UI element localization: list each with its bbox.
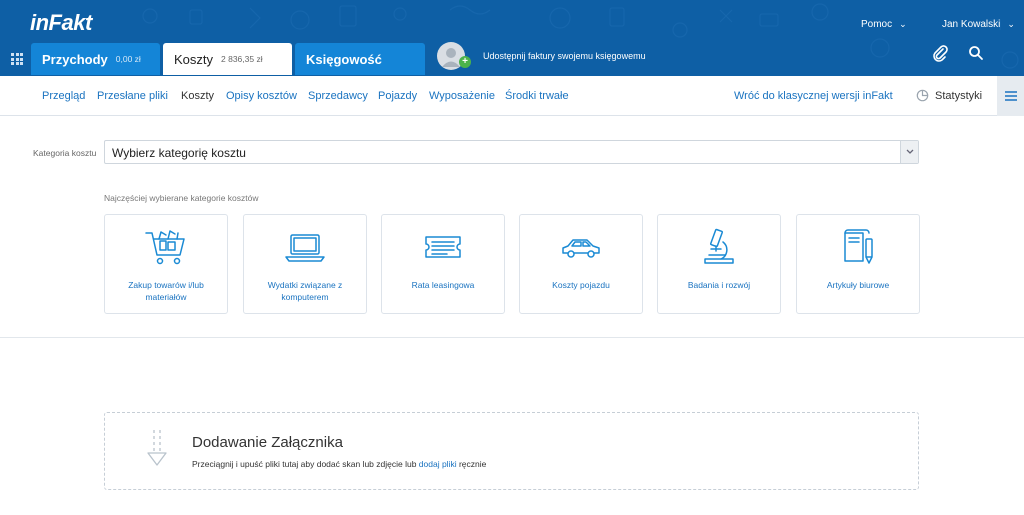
top-bar: inFakt Pomoc ⌄ Jan Kowalski ⌄ Przychody 0,… (0, 0, 1024, 76)
chevron-down-icon: ⌄ (899, 19, 907, 29)
attachment-desc-suffix: ręcznie (456, 459, 487, 469)
hamburger-icon (1004, 91, 1017, 101)
apps-grid-icon[interactable] (11, 53, 23, 65)
category-card-zakup-towarow[interactable]: Zakup towarów i/lub materiałów (104, 214, 228, 314)
subnav-item-przeglad[interactable]: Przegląd (42, 90, 85, 102)
category-card-komputer[interactable]: Wydatki związane z komputerem (243, 214, 367, 314)
category-card-koszty-pojazdu[interactable]: Koszty pojazdu (519, 214, 643, 314)
help-label: Pomoc (861, 19, 893, 30)
statistics-label: Statystyki (935, 89, 983, 102)
share-text: Udostępnij faktury swojemu księgowemu (483, 51, 646, 61)
tab-label: Przychody (42, 51, 108, 67)
attachment-desc-text: Przeciągnij i upuść pliki tutaj aby doda… (192, 459, 419, 469)
category-card-rata-leasingowa[interactable]: Rata leasingowa (381, 214, 505, 314)
laptop-icon (244, 227, 366, 267)
hamburger-menu-button[interactable] (997, 76, 1024, 116)
user-name: Jan Kowalski (942, 19, 1001, 30)
category-card-label: Koszty pojazdu (552, 280, 610, 290)
category-label: Kategoria kosztu (33, 148, 97, 158)
attachment-dropzone[interactable]: Dodawanie Załącznika Przeciągnij i upuść… (104, 412, 919, 490)
office-supplies-icon (797, 227, 919, 267)
shopping-cart-icon (105, 227, 227, 267)
category-card-badania-rozwoj[interactable]: Badania i rozwój (657, 214, 781, 314)
tab-przychody[interactable]: Przychody 0,00 zł (31, 43, 160, 75)
tab-label: Księgowość (306, 51, 382, 67)
search-icon[interactable] (968, 45, 984, 66)
tab-amount: 2 836,35 zł (221, 54, 263, 64)
microscope-icon (658, 227, 780, 267)
pie-chart-icon (916, 89, 929, 102)
attachment-title: Dodawanie Załącznika (192, 434, 343, 451)
chevron-down-icon: ⌄ (1007, 19, 1015, 29)
category-card-label: Badania i rozwój (687, 280, 751, 290)
subnav-item-sprzedawcy[interactable]: Sprzedawcy (308, 90, 368, 102)
chevron-down-icon[interactable] (900, 141, 918, 163)
tab-amount: 0,00 zł (115, 54, 141, 64)
category-select-value: Wybierz kategorię kosztu (112, 146, 246, 160)
subnav-item-opisy-kosztow[interactable]: Opisy kosztów (226, 90, 297, 102)
category-select[interactable]: Wybierz kategorię kosztu (104, 140, 919, 164)
subnav-item-wyposazenie[interactable]: Wyposażenie (429, 90, 495, 102)
paperclip-icon[interactable] (931, 44, 949, 67)
section-divider (0, 337, 1024, 338)
category-card-label: Artykuły biurowe (826, 280, 890, 290)
add-files-link[interactable]: dodaj pliki (419, 459, 457, 469)
subnav-item-srodki-trwale[interactable]: Środki trwałe (505, 90, 569, 102)
category-card-label: Zakup towarów i/lub materiałów (128, 280, 204, 302)
share-with-accountant[interactable]: + Udostępnij faktury swojemu księgowemu (437, 42, 646, 70)
avatar-add-icon: + (437, 42, 471, 70)
tab-koszty[interactable]: Koszty 2 836,35 zł (163, 43, 292, 75)
classic-version-link[interactable]: Wróć do klasycznej wersji inFakt (734, 90, 893, 102)
category-card-label: Wydatki związane z komputerem (267, 280, 343, 302)
document-icon (382, 227, 504, 267)
help-menu[interactable]: Pomoc ⌄ (861, 19, 907, 30)
subnav-item-pojazdy[interactable]: Pojazdy (378, 90, 417, 102)
category-card-label: Rata leasingowa (411, 280, 475, 290)
logo[interactable]: inFakt (30, 10, 92, 36)
arrow-down-icon (145, 429, 169, 474)
subnav-item-koszty[interactable]: Koszty (181, 90, 214, 102)
category-card-artykuly-biurowe[interactable]: Artykuły biurowe (796, 214, 920, 314)
subnav-item-przeslane-pliki[interactable]: Przesłane pliki (97, 90, 168, 102)
car-icon (520, 227, 642, 267)
sub-navigation: Przegląd Przesłane pliki Koszty Opisy ko… (0, 76, 1024, 116)
statistics-button[interactable]: Statystyki (916, 89, 982, 102)
tab-label: Koszty (174, 51, 214, 67)
tab-ksiegowosc[interactable]: Księgowość (295, 43, 425, 75)
user-menu[interactable]: Jan Kowalski ⌄ (942, 19, 1015, 30)
attachment-description: Przeciągnij i upuść pliki tutaj aby doda… (192, 459, 486, 469)
frequent-categories-label: Najczęściej wybierane kategorie kosztów (104, 193, 259, 203)
